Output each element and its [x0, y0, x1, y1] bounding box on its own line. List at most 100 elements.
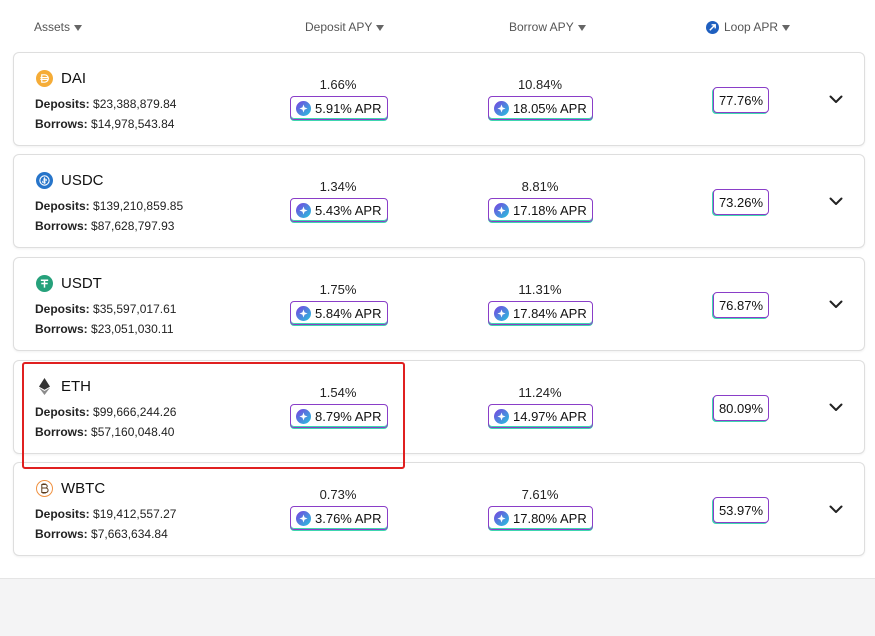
deposits-label: Deposits:: [35, 302, 90, 316]
asset-cell: WBTC: [36, 480, 105, 497]
borrow-apy: 11.31%: [518, 282, 562, 297]
borrows-value: $7,663,634.84: [91, 527, 168, 541]
sort-borrow-apy[interactable]: Borrow APY: [509, 20, 586, 34]
deposit-apr-value: 5.43% APR: [315, 202, 382, 218]
borrow-apr-badge[interactable]: 17.18% APR: [488, 198, 593, 222]
header-borrow-apy-label: Borrow APY: [509, 20, 574, 34]
deposit-apr-value: 5.91% APR: [315, 100, 382, 116]
deposit-apy: 0.73%: [319, 487, 357, 502]
loop-logo-icon: [706, 20, 719, 34]
deposits-total: Deposits: $23,388,879.84: [35, 97, 176, 111]
chevron-down-icon[interactable]: [829, 502, 843, 516]
chevron-down-icon[interactable]: [829, 92, 843, 106]
market-row-usdc[interactable]: USDC Deposits: $139,210,859.85 Borrows: $8…: [13, 154, 865, 248]
borrow-apr-value: 17.84% APR: [513, 305, 587, 321]
wbtc-icon: [36, 480, 53, 497]
markets-table: Assets Deposit APY Borrow APY Loop APR D…: [0, 0, 875, 579]
asset-cell: USDT: [36, 275, 102, 292]
loop-apr-badge[interactable]: 76.87%: [713, 292, 769, 318]
deposit-apr-value: 5.84% APR: [315, 305, 382, 321]
star-badge-icon: [296, 510, 311, 526]
borrow-apr-badge[interactable]: 14.97% APR: [488, 404, 593, 428]
asset-name: USDC: [61, 172, 104, 189]
asset-name: WBTC: [61, 480, 106, 497]
chevron-down-icon[interactable]: [829, 194, 843, 208]
header-deposit-apy-label: Deposit APY: [305, 20, 373, 34]
deposits-value: $19,412,557.27: [93, 507, 177, 521]
deposit-apr-badge[interactable]: 5.43% APR: [290, 198, 388, 222]
deposit-apy: 1.75%: [319, 282, 357, 297]
deposits-value: $23,388,879.84: [93, 97, 177, 111]
deposits-total: Deposits: $35,597,017.61: [35, 302, 176, 316]
sort-caret-icon: [74, 25, 83, 31]
market-row-usdt[interactable]: USDT Deposits: $35,597,017.61 Borrows: $23…: [13, 257, 865, 351]
star-badge-icon: [296, 202, 311, 218]
deposit-apr-badge[interactable]: 5.91% APR: [290, 96, 388, 120]
borrows-total: Borrows: $23,051,030.11: [35, 322, 174, 336]
borrows-total: Borrows: $87,628,797.93: [35, 219, 174, 233]
borrows-total: Borrows: $7,663,634.84: [35, 527, 168, 541]
header-loop-apr-label: Loop APR: [724, 20, 779, 34]
star-badge-icon: [296, 100, 311, 116]
star-badge-icon: [494, 408, 509, 424]
sort-caret-icon: [782, 25, 791, 31]
borrow-apr-value: 14.97% APR: [513, 408, 587, 424]
deposits-total: Deposits: $139,210,859.85: [35, 199, 183, 213]
chevron-down-icon[interactable]: [829, 400, 843, 414]
borrow-apr-badge[interactable]: 17.84% APR: [488, 301, 593, 325]
borrow-apy: 7.61%: [521, 487, 559, 502]
market-row-wbtc[interactable]: WBTC Deposits: $19,412,557.27 Borrows: $7,…: [13, 462, 865, 556]
borrow-apr-value: 17.80% APR: [513, 510, 587, 526]
loop-apr-badge[interactable]: 80.09%: [713, 395, 769, 421]
asset-name: USDT: [61, 275, 102, 292]
dai-icon: [36, 70, 53, 87]
eth-row-highlight: [22, 362, 405, 469]
sort-loop-apr[interactable]: Loop APR: [706, 20, 791, 34]
asset-name: DAI: [61, 70, 87, 87]
deposits-label: Deposits:: [35, 507, 90, 521]
star-badge-icon: [494, 510, 509, 526]
deposits-value: $35,597,017.61: [93, 302, 177, 316]
sort-assets[interactable]: Assets: [34, 20, 83, 34]
sort-deposit-apy[interactable]: Deposit APY: [305, 20, 385, 34]
borrows-value: $87,628,797.93: [91, 219, 175, 233]
borrows-value: $23,051,030.11: [91, 322, 174, 336]
deposit-apr-value: 3.76% APR: [315, 510, 382, 526]
star-badge-icon: [494, 305, 509, 321]
deposit-apr-badge[interactable]: 5.84% APR: [290, 301, 388, 325]
deposits-label: Deposits:: [35, 199, 90, 213]
loop-apr-badge[interactable]: 53.97%: [713, 497, 769, 523]
borrow-apr-badge[interactable]: 17.80% APR: [488, 506, 593, 530]
star-badge-icon: [494, 202, 509, 218]
deposit-apy: 1.66%: [319, 77, 357, 92]
chevron-down-icon[interactable]: [829, 297, 843, 311]
borrow-apr-value: 18.05% APR: [513, 100, 587, 116]
table-header: Assets Deposit APY Borrow APY Loop APR: [0, 0, 875, 50]
deposit-apy: 1.34%: [319, 179, 357, 194]
borrow-apr-value: 17.18% APR: [513, 202, 587, 218]
sort-caret-icon: [577, 25, 586, 31]
borrow-apr-badge[interactable]: 18.05% APR: [488, 96, 593, 120]
deposits-value: $139,210,859.85: [93, 199, 184, 213]
borrows-label: Borrows:: [35, 117, 88, 131]
loop-apr-badge[interactable]: 77.76%: [713, 87, 769, 113]
asset-cell: USDC: [36, 172, 104, 189]
deposits-total: Deposits: $19,412,557.27: [35, 507, 176, 521]
star-badge-icon: [494, 100, 509, 116]
asset-cell: DAI: [36, 70, 86, 87]
deposits-label: Deposits:: [35, 97, 90, 111]
borrows-label: Borrows:: [35, 219, 88, 233]
borrows-value: $14,978,543.84: [91, 117, 175, 131]
deposit-apr-badge[interactable]: 3.76% APR: [290, 506, 388, 530]
usdt-icon: [36, 275, 53, 292]
loop-apr-badge[interactable]: 73.26%: [713, 189, 769, 215]
borrows-total: Borrows: $14,978,543.84: [35, 117, 174, 131]
star-badge-icon: [296, 305, 311, 321]
borrows-label: Borrows:: [35, 322, 88, 336]
market-row-dai[interactable]: DAI Deposits: $23,388,879.84 Borrows: $14,…: [13, 52, 865, 146]
usdc-icon: [36, 172, 53, 189]
sort-caret-icon: [376, 25, 385, 31]
header-assets-label: Assets: [34, 20, 71, 34]
borrow-apy: 10.84%: [517, 77, 563, 92]
borrow-apy: 8.81%: [521, 179, 559, 194]
